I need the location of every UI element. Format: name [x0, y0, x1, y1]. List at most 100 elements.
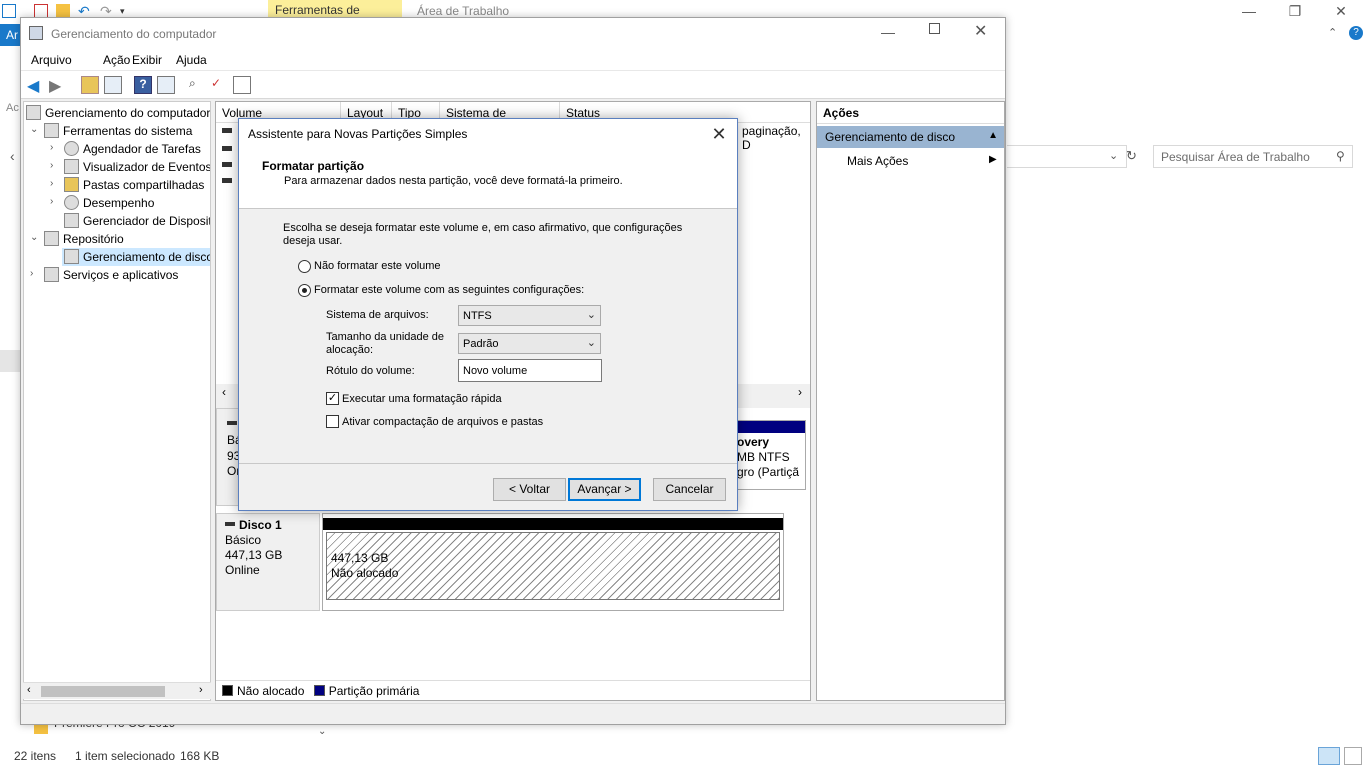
close-icon[interactable]: ✕	[705, 121, 733, 147]
maximize-icon[interactable]	[929, 23, 940, 34]
tree-item-event-viewer[interactable]: Visualizador de Eventos	[64, 158, 210, 176]
volume-row-icon	[222, 178, 232, 183]
collapsed-chevron-icon[interactable]: ›	[30, 268, 33, 279]
window-title: Gerenciamento do computador	[51, 27, 217, 41]
menu-ajuda[interactable]: Ajuda	[176, 53, 207, 67]
compression-checkbox[interactable]	[326, 415, 339, 428]
connect-icon[interactable]: ⌕	[189, 76, 207, 94]
collapsed-chevron-icon[interactable]: ›	[50, 142, 53, 153]
tree-horizontal-scrollbar[interactable]: ‹ ›	[23, 682, 211, 699]
show-action-pane-icon[interactable]	[157, 76, 175, 94]
filesystem-select[interactable]: NTFS ⌄	[458, 305, 601, 326]
scroll-right-icon[interactable]: ›	[798, 385, 802, 399]
disk-1-partitions: 447,13 GB Não alocado	[322, 513, 784, 611]
compression-label[interactable]: Ativar compactação de arquivos e pastas	[342, 416, 543, 428]
no-format-radio[interactable]	[298, 260, 311, 273]
up-folder-icon[interactable]	[81, 76, 99, 94]
customize-chevron-icon[interactable]: ▾	[120, 4, 134, 18]
scroll-left-icon[interactable]: ‹	[222, 385, 226, 399]
tree-item-task-scheduler[interactable]: Agendador de Tarefas	[64, 140, 201, 158]
console-tree: Gerenciamento do computador ⌄ Ferramenta…	[23, 101, 211, 701]
cancel-button[interactable]: Cancelar	[653, 478, 726, 501]
properties-icon[interactable]	[233, 76, 251, 94]
back-arrow-icon[interactable]: ◀	[27, 76, 45, 95]
minimize-icon[interactable]: —	[1234, 2, 1264, 20]
search-input[interactable]: Pesquisar Área de Trabalho	[1153, 145, 1353, 168]
address-bar[interactable]: ⌄	[1007, 145, 1127, 168]
recovery-partition[interactable]: overy MB NTFS gro (Partiçã	[736, 420, 806, 490]
disk-1-row: Disco 1 Básico 447,13 GB Online 447,13 G…	[216, 513, 810, 613]
restore-icon[interactable]: ❐	[1280, 2, 1310, 20]
back-nav-icon[interactable]: ‹	[10, 148, 15, 164]
redo-icon[interactable]: ↷	[100, 4, 114, 18]
scroll-left-icon[interactable]: ‹	[27, 684, 31, 696]
collapsed-chevron-icon[interactable]: ›	[50, 196, 53, 207]
collapse-up-icon[interactable]: ▲	[988, 130, 998, 141]
no-format-label[interactable]: Não formatar este volume	[314, 260, 441, 272]
collapsed-chevron-icon[interactable]: ›	[50, 178, 53, 189]
tree-item-root[interactable]: Gerenciamento do computador	[26, 104, 210, 122]
show-hide-tree-icon[interactable]	[104, 76, 122, 94]
unallocated-partition[interactable]: 447,13 GB Não alocado	[326, 532, 780, 600]
actions-disk-management[interactable]: Gerenciamento de disco ▲	[817, 126, 1004, 148]
allocation-select[interactable]: Padrão ⌄	[458, 333, 601, 354]
tree-item-services[interactable]: Serviços e aplicativos	[44, 266, 178, 284]
tree-item-performance[interactable]: Desempenho	[64, 194, 154, 212]
unallocated-label: Não alocado	[331, 566, 399, 580]
nav-pane-selection[interactable]	[0, 350, 20, 372]
scroll-right-icon[interactable]: ›	[199, 684, 203, 696]
help-icon[interactable]: ?	[1349, 26, 1363, 40]
allocation-value: Padrão	[463, 338, 499, 350]
minimize-icon[interactable]: —	[881, 24, 895, 40]
menu-exibir[interactable]: Exibir	[132, 53, 162, 67]
submenu-arrow-icon: ▶	[989, 154, 997, 165]
quick-format-checkbox[interactable]: ✓	[326, 392, 339, 405]
disk-icon	[227, 421, 237, 425]
app-icon	[2, 4, 16, 18]
undo-icon[interactable]: ↶	[78, 4, 92, 18]
menu-arquivo[interactable]: Arquivo	[31, 53, 72, 67]
unallocated-bar	[323, 518, 783, 530]
back-button[interactable]: < Voltar	[493, 478, 566, 501]
disk-1-info[interactable]: Disco 1 Básico 447,13 GB Online	[216, 513, 320, 611]
tree-item-disk-management[interactable]: Gerenciamento de disco	[62, 248, 210, 266]
details-view-icon[interactable]	[1318, 747, 1340, 765]
checklist-icon[interactable]: ✓	[211, 76, 229, 94]
close-icon[interactable]: ✕	[974, 21, 987, 41]
chevron-down-icon[interactable]: ⌄	[318, 726, 326, 737]
format-radio[interactable]	[298, 284, 311, 297]
legend: Não alocado Partição primária	[216, 680, 810, 700]
mmc-title-bar: Gerenciamento do computador — ✕	[21, 18, 1005, 49]
ribbon-file-tab[interactable]: Ar	[0, 24, 20, 46]
tree-item-storage[interactable]: Repositório	[44, 230, 124, 248]
expanded-chevron-icon[interactable]: ⌄	[30, 232, 38, 243]
quick-format-label[interactable]: Executar uma formatação rápida	[342, 393, 502, 405]
close-icon[interactable]: ✕	[1326, 2, 1356, 20]
selection-size: 168 KB	[180, 749, 220, 763]
address-dropdown-icon[interactable]: ⌄	[1109, 149, 1118, 162]
large-icons-view-icon[interactable]	[1344, 747, 1362, 765]
filesystem-value: NTFS	[463, 310, 492, 322]
more-actions[interactable]: Mais Ações	[847, 154, 908, 168]
refresh-icon[interactable]: ↻	[1126, 148, 1137, 164]
collapsed-chevron-icon[interactable]: ›	[50, 160, 53, 171]
properties-icon[interactable]	[34, 4, 48, 18]
ribbon-collapse-icon[interactable]: ⌃	[1328, 26, 1337, 39]
side-label: Ac	[6, 102, 19, 114]
format-label[interactable]: Formatar este volume com as seguintes co…	[314, 284, 584, 296]
volume-row-icon	[222, 146, 232, 151]
tree-item-shared-folders[interactable]: Pastas compartilhadas	[64, 176, 204, 194]
folder-icon[interactable]	[56, 4, 70, 18]
new-simple-volume-wizard: Assistente para Novas Partições Simples …	[238, 118, 738, 511]
next-button[interactable]: Avançar >	[568, 478, 641, 501]
forward-arrow-icon[interactable]: ▶	[49, 76, 67, 95]
actions-title: Ações	[817, 102, 1004, 124]
computer-management-icon	[29, 26, 43, 40]
tree-item-system-tools[interactable]: Ferramentas do sistema	[44, 122, 192, 140]
expanded-chevron-icon[interactable]: ⌄	[30, 124, 38, 135]
volume-label-input[interactable]	[458, 359, 602, 382]
menu-acao[interactable]: Ação	[103, 53, 130, 67]
scroll-thumb[interactable]	[41, 686, 165, 697]
help-icon[interactable]: ?	[134, 76, 152, 94]
tree-item-device-manager[interactable]: Gerenciador de Dispositivos	[64, 212, 210, 230]
